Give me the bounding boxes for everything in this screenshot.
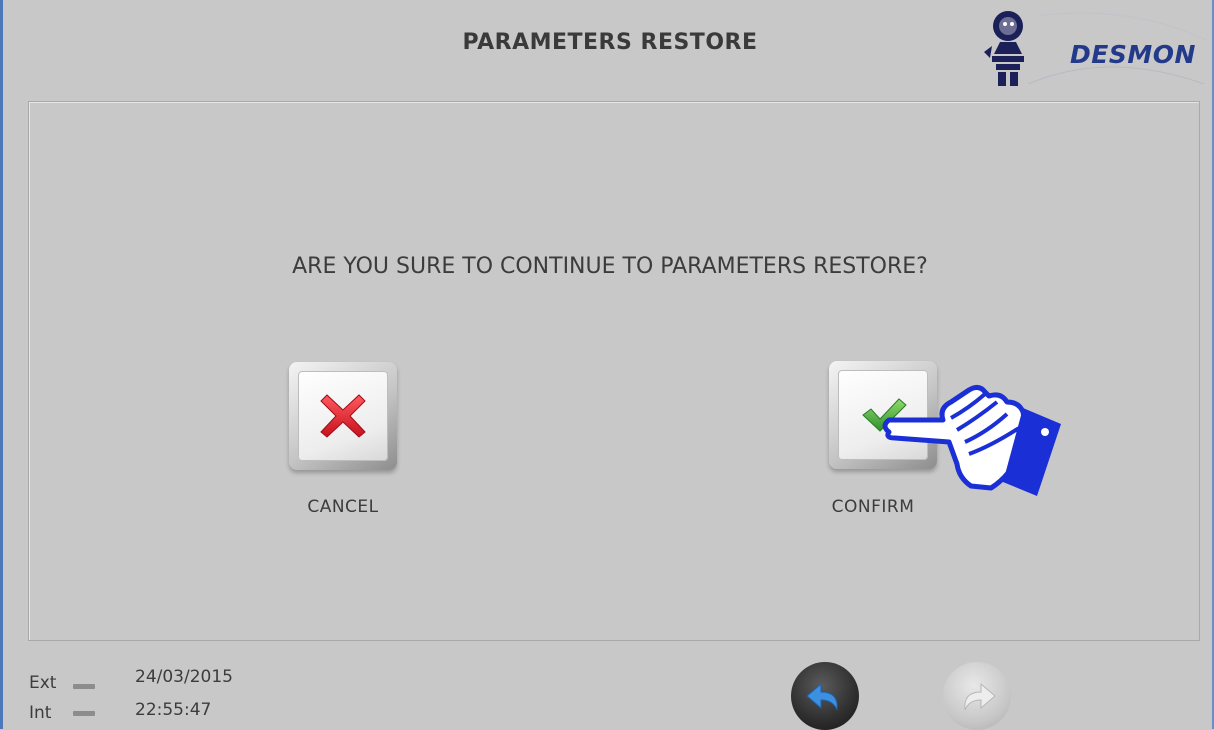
forward-arrow-icon (964, 682, 996, 711)
int-indicator (73, 711, 95, 716)
checkmark-icon (862, 398, 907, 432)
back-button[interactable] (791, 662, 859, 730)
back-arrow-icon (806, 682, 838, 711)
confirm-label: CONFIRM (831, 497, 915, 517)
cancel-button[interactable] (289, 362, 397, 470)
x-icon (320, 394, 366, 438)
main-panel (28, 101, 1200, 641)
cancel-label: CANCEL (307, 497, 379, 517)
desmon-logo: DESMON (978, 6, 1214, 90)
forward-button[interactable] (943, 662, 1011, 730)
logo-figure-icon (984, 11, 1024, 86)
int-label: Int (29, 703, 52, 723)
date-readout: 24/03/2015 (135, 667, 233, 687)
time-readout: 22:55:47 (135, 700, 212, 720)
screen: PARAMETERS RESTORE DESMON ARE YOU SURE T… (0, 0, 1214, 730)
confirm-button[interactable] (829, 361, 937, 469)
confirmation-question: ARE YOU SURE TO CONTINUE TO PARAMETERS R… (292, 254, 928, 279)
ext-label: Ext (29, 673, 57, 693)
logo-text: DESMON (1070, 40, 1196, 69)
ext-indicator (73, 684, 95, 689)
